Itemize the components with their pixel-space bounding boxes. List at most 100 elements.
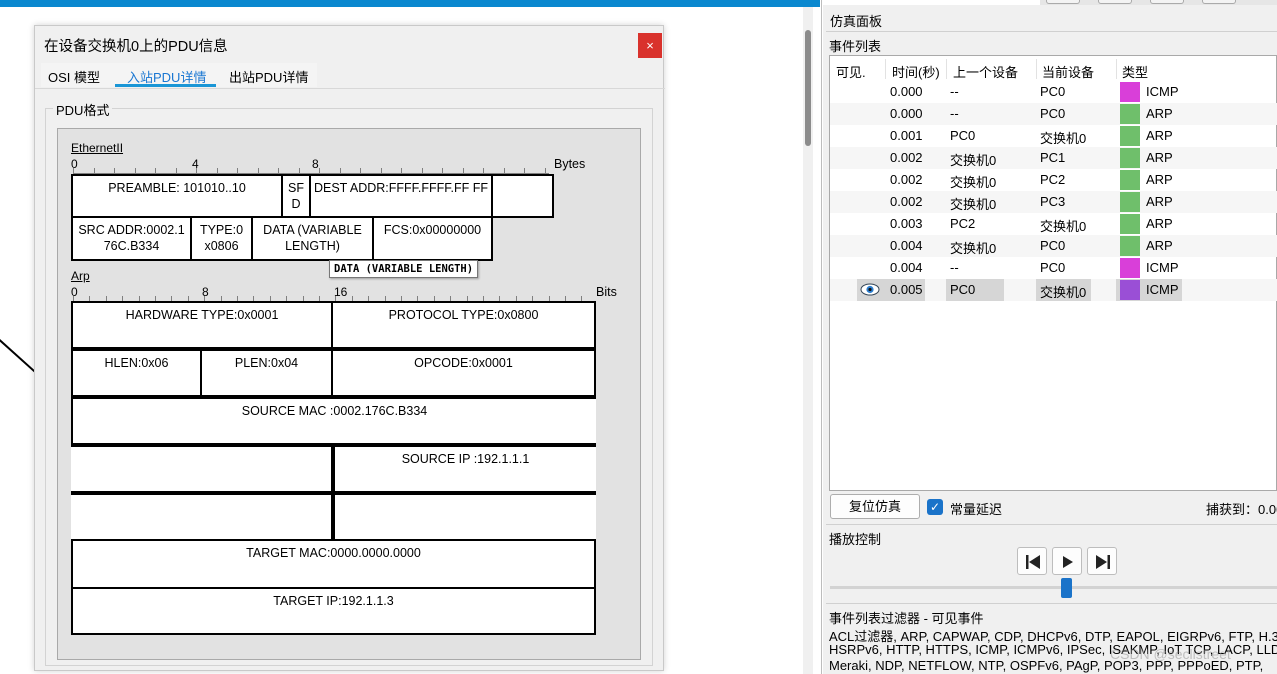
ruler-tick — [155, 168, 156, 173]
step-back-icon — [1026, 555, 1040, 569]
event-last-device: 交换机0 — [950, 197, 997, 212]
packet-tracer-window: { "pdu_dialog": { "title": "在设备交换机0上的PDU… — [0, 0, 1277, 674]
event-current-device: 交换机0 — [1040, 285, 1087, 300]
toolbar-button[interactable] — [1098, 0, 1132, 4]
constant-delay-checkbox[interactable]: ✓ — [927, 499, 943, 515]
ruler-tick — [196, 168, 197, 173]
column-current-device[interactable]: 当前设备 — [1042, 62, 1094, 81]
event-row[interactable]: 0.000 -- PC0 ARP — [830, 103, 1277, 125]
event-last-device: -- — [950, 106, 959, 121]
ruler-tick — [237, 168, 238, 173]
column-type[interactable]: 类型 — [1122, 62, 1148, 81]
hlen-field: HLEN:0x06 — [71, 349, 202, 397]
event-type: ARP — [1146, 172, 1173, 187]
playback-speed-slider[interactable] — [1061, 578, 1072, 598]
top-accent-bar — [0, 0, 820, 7]
tab-outbound-pdu[interactable]: 出站PDU详情 — [229, 67, 308, 86]
play-button[interactable] — [1052, 547, 1082, 575]
source-mac-continuation — [71, 445, 333, 493]
step-back-button[interactable] — [1017, 547, 1047, 575]
event-row[interactable]: 0.005 PC0 交换机0 ICMP — [830, 279, 1277, 301]
ruler-tick — [503, 168, 505, 173]
event-filter-title: 事件列表过滤器 - 可见事件 — [829, 611, 984, 626]
event-row[interactable]: 0.002 交换机0 PC1 ARP — [830, 147, 1277, 169]
ruler-tick — [544, 168, 546, 173]
divider — [826, 603, 1277, 604]
column-time[interactable]: 时间(秒) — [892, 62, 940, 81]
protocol-type-field: PROTOCOL TYPE:0x0800 — [333, 301, 596, 349]
ruler-number: 0 — [71, 157, 78, 171]
ruler-tick — [360, 168, 361, 173]
play-control-title: 播放控制 — [829, 532, 882, 547]
event-row[interactable]: 0.002 交换机0 PC2 ARP — [830, 169, 1277, 191]
toolbar-button[interactable] — [1150, 0, 1184, 4]
toolbar-button[interactable] — [1202, 0, 1236, 4]
tab-divider — [35, 88, 665, 89]
event-last-device: 交换机0 — [950, 153, 997, 168]
event-current-device: PC3 — [1040, 194, 1066, 209]
column-last-device[interactable]: 上一个设备 — [953, 62, 1018, 81]
captured-time-label: 捕获到：0.00 — [1206, 502, 1277, 517]
ruler-tick — [298, 168, 300, 173]
column-separator — [1116, 59, 1117, 79]
target-mac-start — [333, 493, 596, 541]
ruler-tick — [278, 168, 279, 173]
event-type: ARP — [1146, 150, 1173, 165]
tab-osi-model[interactable]: OSI 模型 — [48, 67, 100, 86]
play-icon — [1063, 556, 1073, 568]
event-current-device: PC0 — [1040, 106, 1066, 121]
column-visible[interactable]: 可见. — [836, 62, 866, 81]
ruler-tick — [524, 168, 525, 173]
ruler-number: 0 — [71, 285, 78, 299]
opcode-field: OPCODE:0x0001 — [333, 349, 596, 397]
panel-divider — [821, 0, 822, 674]
dest-addr-continuation — [493, 174, 554, 218]
src-addr-field: SRC ADDR:0002.1 76C.B334 — [71, 216, 192, 261]
event-current-device: PC0 — [1040, 260, 1066, 275]
event-row[interactable]: 0.004 交换机0 PC0 ARP — [830, 235, 1277, 257]
ruler-tick — [339, 168, 341, 173]
ruler-tick — [216, 168, 218, 173]
event-list-table: 可见. 时间(秒) 上一个设备 当前设备 类型 0.000 -- PC0 ICMP 0.… — [829, 55, 1277, 491]
event-time: 0.002 — [890, 194, 923, 209]
reset-simulation-button[interactable]: 复位仿真 — [830, 494, 920, 519]
ruler-tick — [462, 168, 464, 173]
watermark: CSDN @seclistreet — [1110, 646, 1231, 662]
event-row[interactable]: 0.001 PC0 交换机0 ARP — [830, 125, 1277, 147]
column-separator — [946, 59, 947, 79]
event-type: ICMP — [1146, 84, 1179, 99]
eye-icon[interactable] — [860, 283, 880, 296]
event-row[interactable]: 0.002 交换机0 PC3 ARP — [830, 191, 1277, 213]
event-time: 0.004 — [890, 238, 923, 253]
source-ip-field: SOURCE IP :192.1.1.1 — [333, 445, 596, 493]
event-row[interactable]: 0.003 PC2 交换机0 ARP — [830, 213, 1277, 235]
source-mac-field: SOURCE MAC :0002.176C.B334 — [71, 397, 596, 445]
ruler-tick — [114, 168, 115, 173]
event-row[interactable]: 0.004 -- PC0 ICMP — [830, 257, 1277, 279]
ruler-unit: Bits — [596, 285, 617, 299]
event-row[interactable]: 0.000 -- PC0 ICMP — [830, 81, 1277, 103]
ethernet-section-label: EthernetII — [71, 141, 124, 155]
fcs-field: FCS:0x00000000 — [374, 216, 493, 261]
target-ip-field: TARGET IP:192.1.1.3 — [71, 587, 596, 635]
event-type-color — [1120, 126, 1140, 146]
event-type-color — [1120, 148, 1140, 168]
ruler-tick — [483, 168, 484, 173]
close-button[interactable]: × — [638, 33, 662, 58]
toolbar-button[interactable] — [1046, 0, 1080, 4]
divider — [826, 31, 1277, 32]
event-last-device: 交换机0 — [950, 241, 997, 256]
tab-bar: OSI 模型 入站PDU详情 出站PDU详情 — [41, 63, 317, 87]
event-list-title: 事件列表 — [829, 39, 882, 54]
playback-speed-track[interactable] — [830, 586, 1277, 589]
scrollbar-thumb[interactable] — [805, 30, 811, 146]
step-forward-button[interactable] — [1087, 547, 1117, 575]
event-current-device: 交换机0 — [1040, 131, 1087, 146]
preamble-field: PREAMBLE: 101010..10 — [71, 174, 283, 218]
step-forward-icon — [1096, 555, 1110, 569]
column-separator — [885, 59, 886, 79]
simulation-panel-title: 仿真面板 — [830, 14, 883, 29]
event-current-device: PC0 — [1040, 238, 1066, 253]
event-last-device: -- — [950, 260, 959, 275]
event-current-device: 交换机0 — [1040, 219, 1087, 234]
